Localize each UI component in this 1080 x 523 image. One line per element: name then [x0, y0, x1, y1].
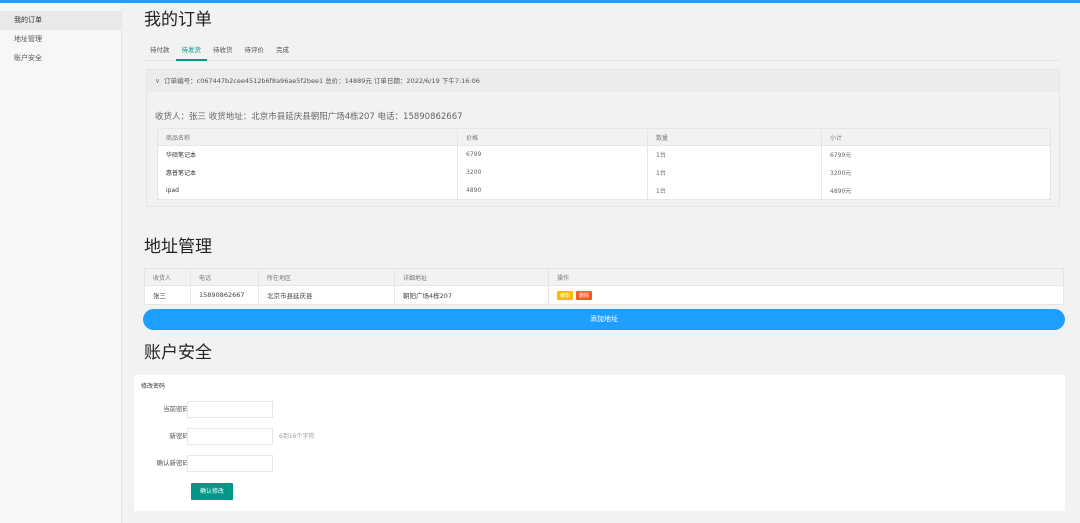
- item-price: 4890: [457, 181, 648, 200]
- sidebar-item-security[interactable]: 账户安全: [0, 49, 121, 68]
- table-row: ipad 4890 1台 4890元: [157, 181, 1051, 200]
- address-phone: 15890862667: [190, 285, 259, 305]
- tab-completed[interactable]: 完成: [270, 41, 295, 61]
- item-subtotal: 6799元: [821, 145, 1051, 164]
- item-name: 华硕笔记本: [157, 145, 458, 164]
- item-price: 6799: [457, 145, 648, 164]
- table-row: 张三 15890862667 北京市县延庆县 朝阳广场4栋207 编辑 删除: [144, 285, 1064, 305]
- sidebar-item-address[interactable]: 地址管理: [0, 30, 121, 49]
- tab-pending-receipt[interactable]: 待收货: [207, 41, 239, 61]
- order-receiver-info: 收货人：张三 收货地址：北京市县延庆县朝阳广场4栋207 电话：15890862…: [155, 112, 463, 122]
- change-password-heading: 修改密码: [141, 383, 166, 390]
- new-password-row: 新密码 6到16个字符: [134, 428, 534, 445]
- delete-address-button[interactable]: 删除: [576, 290, 593, 300]
- edit-address-button[interactable]: 编辑: [557, 290, 574, 300]
- order-header[interactable]: ∨ 订单编号：c067447b2cee4512b6f8a96ae5f2bee1 总…: [147, 70, 1059, 92]
- tab-pending-shipment[interactable]: 待发货: [175, 41, 207, 61]
- order-items-table: 商品名称 价格 数量 小计 华硕笔记本 6799 1台 6799元 惠普笔记本 …: [157, 128, 1051, 200]
- column-header: 收货人: [144, 268, 191, 286]
- column-header: 所在地区: [258, 268, 395, 286]
- current-password-row: 当前密码: [134, 401, 534, 418]
- column-header: 数量: [647, 128, 822, 146]
- new-password-field[interactable]: [187, 428, 273, 445]
- confirm-password-label: 确认新密码: [156, 459, 190, 467]
- confirm-password-row: 确认新密码: [134, 455, 534, 472]
- item-qty: 1台: [647, 181, 822, 200]
- chevron-down-icon[interactable]: ∨: [155, 70, 160, 92]
- order-header-text: 订单编号：c067447b2cee4512b6f8a96ae5f2bee1 总价…: [164, 77, 480, 85]
- tab-pending-review[interactable]: 待评价: [239, 41, 271, 61]
- column-header: 小计: [821, 128, 1051, 146]
- tab-pending-payment[interactable]: 待付款: [144, 41, 176, 61]
- current-password-label: 当前密码: [163, 405, 189, 413]
- address-receiver: 张三: [144, 285, 191, 305]
- change-password-panel: 修改密码 当前密码 新密码 6到16个字符 确认新密码 确认修改: [134, 375, 1065, 511]
- sidebar-item-orders[interactable]: 我的订单: [0, 11, 121, 30]
- security-title: 账户安全: [144, 343, 212, 363]
- address-title: 地址管理: [144, 237, 212, 257]
- address-table: 收货人 电话 所在地区 详细地址 操作 张三 15890862667 北京市县延…: [144, 268, 1064, 305]
- order-card: ∨ 订单编号：c067447b2cee4512b6f8a96ae5f2bee1 总…: [146, 69, 1060, 207]
- confirm-change-button[interactable]: 确认修改: [191, 483, 233, 500]
- item-name: 惠普笔记本: [157, 163, 458, 182]
- column-header: 商品名称: [157, 128, 458, 146]
- add-address-button[interactable]: 添加地址: [143, 309, 1065, 330]
- item-qty: 1台: [647, 163, 822, 182]
- item-price: 3200: [457, 163, 648, 182]
- current-password-field[interactable]: [187, 401, 273, 418]
- confirm-password-field[interactable]: [187, 455, 273, 472]
- item-qty: 1台: [647, 145, 822, 164]
- main-content: 我的订单 待付款 待发货 待收货 待评价 完成 ∨ 订单编号：c067447b2c…: [122, 3, 1080, 523]
- item-subtotal: 4890元: [821, 181, 1051, 200]
- column-header: 价格: [457, 128, 648, 146]
- address-actions: 编辑 删除: [548, 285, 1064, 305]
- table-row: 华硕笔记本 6799 1台 6799元: [157, 145, 1051, 164]
- sidebar: 我的订单 地址管理 账户安全: [0, 3, 122, 523]
- table-row: 惠普笔记本 3200 1台 3200元: [157, 163, 1051, 182]
- column-header: 操作: [548, 268, 1064, 286]
- item-name: ipad: [157, 181, 458, 200]
- order-tabs: 待付款 待发货 待收货 待评价 完成: [144, 41, 1060, 61]
- column-header: 电话: [190, 268, 259, 286]
- address-region: 北京市县延庆县: [258, 285, 395, 305]
- new-password-hint: 6到16个字符: [279, 433, 315, 440]
- orders-title: 我的订单: [144, 10, 212, 30]
- item-subtotal: 3200元: [821, 163, 1051, 182]
- address-detail: 朝阳广场4栋207: [394, 285, 549, 305]
- column-header: 详细地址: [394, 268, 549, 286]
